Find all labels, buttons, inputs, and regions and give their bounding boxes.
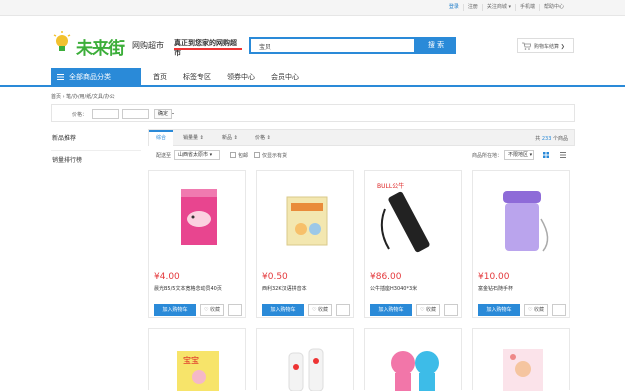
product-name[interactable]: 西利32K汉语拼音本	[262, 285, 307, 292]
product-image-stickers	[503, 349, 543, 391]
nav-coupon-center[interactable]: 领券中心	[227, 68, 255, 87]
origin-label: 商品所在地：	[472, 153, 503, 159]
all-categories-button[interactable]: 全部商品分类	[51, 68, 141, 87]
product-image-kids-book: 宝宝	[177, 351, 219, 391]
favorite-button[interactable]: ♡ 收藏	[524, 304, 548, 316]
sort-tab-price[interactable]: 价格 ⇕	[255, 130, 271, 146]
nav-member-center[interactable]: 会员中心	[271, 68, 299, 87]
sidebar-collapse-button[interactable]	[127, 129, 141, 146]
search-button[interactable]: 搜 索	[416, 37, 456, 54]
product-name[interactable]: 富金钻石随手杯	[478, 285, 513, 292]
login-link[interactable]: 登录	[445, 4, 463, 11]
all-categories-label: 全部商品分类	[69, 73, 111, 81]
cart-label: 购物车结算 ❯	[534, 44, 565, 50]
compare-button[interactable]	[552, 304, 566, 316]
register-link[interactable]: 注册	[462, 4, 482, 11]
add-to-cart-button[interactable]: 加入购物车	[370, 304, 412, 316]
nav-home[interactable]: 首页	[153, 68, 167, 87]
sort-tab-new[interactable]: 新品 ⇕	[222, 130, 238, 146]
product-price: ¥0.50	[262, 272, 288, 282]
brand-subtitle: 网购超市	[132, 41, 164, 50]
price-max-input[interactable]	[122, 109, 149, 119]
delivery-label: 配送至	[156, 153, 172, 159]
in-stock-label: 仅显示有货	[262, 153, 288, 159]
list-view-icon[interactable]	[560, 152, 566, 158]
cart-button[interactable]: 购物车结算 ❯	[517, 38, 574, 53]
price-label: 价格：	[72, 112, 88, 118]
sort-bar: 综合 销量量 ⇕ 新品 ⇕ 价格 ⇕ 共 233 个商品	[148, 129, 575, 146]
add-to-cart-button[interactable]: 加入购物车	[262, 304, 304, 316]
svg-text:宝宝: 宝宝	[183, 355, 199, 365]
main-nav: 全部商品分类 首页 标签专区 领券中心 会员中心	[0, 68, 625, 87]
lightbulb-logo-icon	[53, 31, 71, 51]
chevron-left-icon	[131, 132, 136, 141]
product-card[interactable]: 宝宝	[148, 328, 246, 391]
svg-text:BULL公牛: BULL公牛	[377, 182, 404, 190]
delivery-row: 配送至 山西省太原市 ▾ 包邮 仅显示有货 商品所在地： 不限地区 ▾	[148, 146, 575, 163]
breadcrumb: 首页 › 笔/办/用/纸/文具/办公	[51, 94, 115, 100]
compare-button[interactable]	[336, 304, 350, 316]
region-select[interactable]: 山西省太原市 ▾	[174, 150, 220, 160]
favorite-button[interactable]: ♡ 收藏	[200, 304, 224, 316]
search-placeholder: 宝贝	[259, 44, 272, 51]
add-to-cart-button[interactable]: 加入购物车	[478, 304, 520, 316]
product-image-notebook	[181, 189, 217, 245]
product-card[interactable]	[472, 328, 570, 391]
top-links: 登录 注册 关注商城 ▾ 手机端 帮助中心	[445, 4, 568, 11]
cart-icon	[522, 42, 531, 50]
product-image-power-strip: BULL公牛	[377, 182, 430, 253]
add-to-cart-button[interactable]: 加入购物车	[154, 304, 196, 316]
origin-select[interactable]: 不限地区 ▾	[504, 150, 534, 160]
product-image-elephant-hooks	[391, 351, 439, 391]
sort-tab-sales[interactable]: 销量量 ⇕	[183, 130, 204, 146]
sort-tab-default[interactable]: 综合	[149, 130, 173, 146]
product-card[interactable]	[364, 328, 462, 391]
product-card[interactable]: BULL公牛 ¥86.00 公牛插座H3040*3米 加入购物车 ♡ 收藏	[364, 170, 462, 318]
count-suffix: 个商品	[552, 136, 568, 142]
price-min-input[interactable]	[92, 109, 119, 119]
free-shipping-checkbox[interactable]	[230, 152, 236, 158]
product-card[interactable]	[256, 328, 354, 391]
product-count: 共 233 个商品	[535, 135, 568, 142]
sidebar-item-bestsellers[interactable]: 销量排行榜	[51, 151, 141, 173]
grid-view-icon[interactable]	[543, 152, 549, 158]
product-price: ¥4.00	[154, 272, 180, 282]
favorite-button[interactable]: ♡ 收藏	[308, 304, 332, 316]
slogan-underline	[174, 48, 242, 50]
product-price: ¥86.00	[370, 272, 402, 282]
free-shipping-label: 包邮	[238, 153, 249, 159]
product-name[interactable]: 晨光B5/5文本宽格念动员40页	[154, 285, 222, 292]
compare-button[interactable]	[228, 304, 242, 316]
top-bar: 登录 注册 关注商城 ▾ 手机端 帮助中心	[0, 0, 625, 16]
brand-name: 未来街	[76, 39, 125, 59]
help-center-link[interactable]: 帮助中心	[538, 4, 568, 11]
product-card[interactable]: ¥0.50 西利32K汉语拼音本 加入购物车 ♡ 收藏	[256, 170, 354, 318]
nav-items: 首页 标签专区 领券中心 会员中心	[153, 68, 299, 87]
in-stock-checkbox[interactable]	[254, 152, 260, 158]
price-filter: 价格： 确定	[51, 104, 575, 122]
count-prefix: 共	[535, 136, 541, 142]
product-card[interactable]: ¥4.00 晨光B5/5文本宽格念动员40页 加入购物车 ♡ 收藏	[148, 170, 246, 318]
count-value: 233	[541, 136, 552, 142]
compare-button[interactable]	[444, 304, 458, 316]
site-logo[interactable]: 未来街 网购超市 真正到您家的网购超市	[52, 30, 242, 59]
product-image-cup	[503, 191, 549, 252]
favorite-button[interactable]: ♡ 收藏	[416, 304, 440, 316]
search-input[interactable]: 宝贝	[249, 37, 416, 54]
nav-tag-zone[interactable]: 标签专区	[183, 68, 211, 87]
product-card[interactable]: ¥10.00 富金钻石随手杯 加入购物车 ♡ 收藏	[472, 170, 570, 318]
product-image-pinyin-book	[286, 196, 328, 246]
product-name[interactable]: 公牛插座H3040*3米	[370, 285, 417, 292]
price-ok-button[interactable]: 确定	[154, 109, 172, 119]
mobile-link[interactable]: 手机端	[514, 4, 539, 11]
menu-icon	[57, 74, 64, 80]
product-price: ¥10.00	[478, 272, 510, 282]
product-image-pen-pouch	[288, 348, 324, 391]
follow-store-link[interactable]: 关注商城 ▾	[481, 4, 515, 11]
